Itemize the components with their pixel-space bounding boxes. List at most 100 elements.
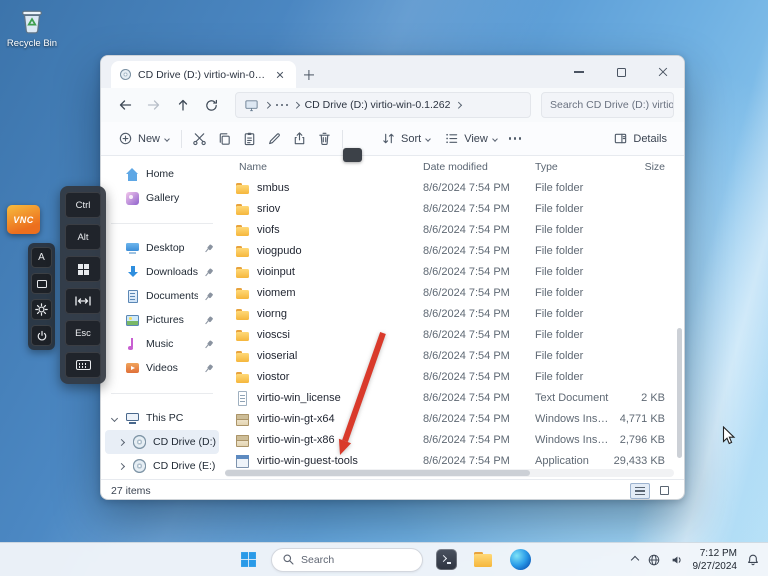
start-button[interactable]: [234, 546, 262, 574]
sidebar-item-this-pc[interactable]: This PC: [105, 406, 219, 430]
sidebar-item-home[interactable]: Home: [105, 162, 219, 186]
file-row-virtio-win-gt-x86[interactable]: virtio-win-gt-x86 8/6/2024 7:54 PM Windo…: [223, 430, 684, 451]
chevron-icon[interactable]: [117, 438, 126, 446]
file-row-viofs[interactable]: viofs 8/6/2024 7:54 PM File folder: [223, 220, 684, 241]
thumbnail-view-button[interactable]: [654, 483, 674, 499]
sidebar-item-documents[interactable]: Documents: [105, 284, 219, 308]
details-button[interactable]: Details: [606, 126, 674, 152]
cut-icon: [193, 133, 206, 146]
fit-width-icon: [75, 296, 91, 306]
recycle-bin[interactable]: Recycle Bin: [7, 6, 57, 49]
column-header-size[interactable]: Size: [611, 156, 665, 178]
file-icon: [235, 244, 250, 259]
file-row-viogpudo[interactable]: viogpudo 8/6/2024 7:54 PM File folder: [223, 241, 684, 262]
horizontal-scrollbar[interactable]: [225, 469, 674, 477]
sidebar-item-downloads[interactable]: Downloads: [105, 260, 219, 284]
file-icon: [235, 286, 250, 301]
file-row-virtio-win-license[interactable]: virtio-win_license 8/6/2024 7:54 PM Text…: [223, 388, 684, 409]
file-icon: [235, 454, 250, 469]
scrollbar-thumb[interactable]: [225, 470, 531, 476]
file-size: 2,796 KB: [619, 434, 665, 446]
rename-button[interactable]: [262, 126, 287, 152]
file-row-sriov[interactable]: sriov 8/6/2024 7:54 PM File folder: [223, 199, 684, 220]
file-row-vioinput[interactable]: vioinput 8/6/2024 7:54 PM File folder: [223, 262, 684, 283]
app-icon-file-explorer[interactable]: [469, 546, 497, 574]
cut-button[interactable]: [187, 126, 212, 152]
sidebar-item-music[interactable]: Music: [105, 332, 219, 356]
vnc-logo[interactable]: VNC: [7, 205, 40, 234]
vertical-scrollbar[interactable]: [676, 178, 683, 467]
vnc-window-button[interactable]: [31, 273, 52, 294]
file-row-virtio-win-gt-x64[interactable]: virtio-win-gt-x64 8/6/2024 7:54 PM Windo…: [223, 409, 684, 430]
file-row-vioserial[interactable]: vioserial 8/6/2024 7:54 PM File folder: [223, 346, 684, 367]
scrollbar-thumb[interactable]: [677, 328, 682, 459]
vnc-key-fit[interactable]: [65, 288, 101, 314]
titlebar[interactable]: CD Drive (D:) virtio-win-0.1.262: [101, 56, 684, 88]
refresh-button[interactable]: [198, 92, 225, 119]
notification-bell-icon[interactable]: [746, 553, 760, 567]
sidebar-item-cd-drive-e-sss[interactable]: CD Drive (E:) SSS: [105, 454, 219, 478]
file-row-viorng[interactable]: viorng 8/6/2024 7:54 PM File folder: [223, 304, 684, 325]
sidebar-item-cd-drive-d-vir[interactable]: CD Drive (D:) vir: [105, 430, 219, 454]
file-list: smbus 8/6/2024 7:54 PM File folder sriov…: [223, 178, 684, 472]
sidebar-item-gallery[interactable]: Gallery: [105, 186, 219, 210]
vnc-key-alt[interactable]: Alt: [65, 224, 101, 250]
column-header-name[interactable]: Name: [239, 156, 267, 178]
power-icon: [37, 330, 46, 341]
minimize-button[interactable]: [558, 56, 600, 88]
details-view-button[interactable]: [630, 482, 650, 499]
forward-button[interactable]: [140, 92, 167, 119]
back-button[interactable]: [111, 92, 138, 119]
share-button[interactable]: [287, 126, 312, 152]
chevron-icon[interactable]: [117, 462, 126, 470]
new-button[interactable]: New: [111, 126, 176, 152]
delete-button[interactable]: [312, 126, 337, 152]
vnc-key-a-button[interactable]: A: [31, 247, 52, 268]
breadcrumb-current-location[interactable]: CD Drive (D:) virtio-win-0.1.262: [305, 99, 451, 111]
file-name: smbus: [257, 182, 290, 194]
file-row-viomem[interactable]: viomem 8/6/2024 7:54 PM File folder: [223, 283, 684, 304]
file-area: Name Date modified Type Size smbus 8/6/2…: [223, 156, 684, 479]
sort-button[interactable]: Sort: [374, 126, 437, 152]
volume-icon[interactable]: [670, 553, 684, 567]
vnc-power-button[interactable]: [31, 325, 52, 346]
paste-button[interactable]: [237, 126, 262, 152]
app-icon-edge[interactable]: [506, 546, 534, 574]
close-button[interactable]: [642, 56, 684, 88]
vnc-settings-button[interactable]: [31, 299, 52, 320]
taskbar-clock[interactable]: 7:12 PM 9/27/2024: [693, 547, 738, 573]
view-button[interactable]: View: [437, 126, 504, 152]
sidebar-item-desktop[interactable]: Desktop: [105, 236, 219, 260]
vnc-key-esc[interactable]: Esc: [65, 320, 101, 346]
vnc-key-win[interactable]: [65, 256, 101, 282]
new-tab-button[interactable]: [296, 61, 322, 88]
vnc-key-ctrl[interactable]: Ctrl: [65, 192, 101, 218]
sidebar-item-videos[interactable]: Videos: [105, 356, 219, 380]
taskbar-search[interactable]: Search: [271, 547, 423, 572]
address-bar[interactable]: CD Drive (D:) virtio-win-0.1.262: [235, 92, 531, 118]
hidden-icons-chevron[interactable]: [630, 555, 639, 564]
sidebar-item-pictures[interactable]: Pictures: [105, 308, 219, 332]
explorer-tab[interactable]: CD Drive (D:) virtio-win-0.1.262: [111, 61, 296, 88]
file-row-vioscsi[interactable]: vioscsi 8/6/2024 7:54 PM File folder: [223, 325, 684, 346]
app-icon-terminal[interactable]: [432, 546, 460, 574]
close-icon: [658, 67, 668, 77]
maximize-button[interactable]: [600, 56, 642, 88]
explorer-search-box[interactable]: Search CD Drive (D:) virtio: [541, 92, 674, 118]
file-row-viostor[interactable]: viostor 8/6/2024 7:54 PM File folder: [223, 367, 684, 388]
vnc-key-keyboard[interactable]: [65, 352, 101, 378]
copy-button[interactable]: [212, 126, 237, 152]
taskbar: Search 7:12 PM 9/27/2024: [0, 542, 768, 576]
file-name: sriov: [257, 203, 281, 215]
tab-close-button[interactable]: [272, 67, 288, 83]
see-more-button[interactable]: [504, 126, 527, 152]
chevron-icon[interactable]: [110, 414, 119, 422]
breadcrumb-chevron-icon: [455, 101, 462, 109]
network-icon[interactable]: [647, 553, 661, 567]
file-type: File folder: [535, 287, 584, 299]
file-row-smbus[interactable]: smbus 8/6/2024 7:54 PM File folder: [223, 178, 684, 199]
column-header-type[interactable]: Type: [535, 156, 558, 178]
breadcrumb-ellipsis-icon[interactable]: [280, 103, 284, 107]
column-header-modified[interactable]: Date modified: [423, 156, 488, 178]
up-button[interactable]: [169, 92, 196, 119]
